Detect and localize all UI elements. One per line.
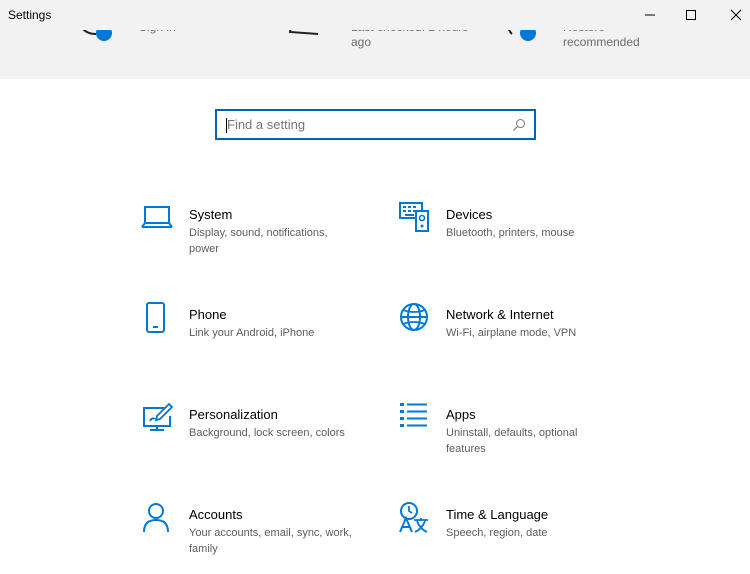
category-name: System bbox=[189, 207, 233, 222]
person-icon bbox=[141, 502, 175, 536]
close-button[interactable] bbox=[713, 0, 750, 30]
category-name: Network & Internet bbox=[446, 307, 554, 322]
search-box[interactable] bbox=[215, 109, 536, 140]
minimize-button[interactable] bbox=[627, 0, 673, 30]
laptop-icon bbox=[141, 202, 175, 236]
text-caret bbox=[226, 118, 227, 133]
category-devices[interactable]: Devices Bluetooth, printers, mouse bbox=[398, 202, 628, 272]
category-system[interactable]: System Display, sound, notifications, po… bbox=[141, 202, 371, 272]
title-bar[interactable]: Settings bbox=[0, 0, 750, 30]
category-description: Speech, region, date bbox=[446, 527, 548, 539]
time-language-icon bbox=[398, 502, 432, 536]
category-description: Bluetooth, printers, mouse bbox=[446, 227, 575, 239]
category-name: Apps bbox=[446, 407, 476, 422]
devices-icon bbox=[398, 202, 432, 236]
category-description: Wi-Fi, airplane mode, VPN bbox=[446, 327, 577, 339]
category-name: Devices bbox=[446, 207, 493, 222]
search-input[interactable] bbox=[227, 111, 507, 138]
maximize-button[interactable] bbox=[668, 0, 714, 30]
category-time-language[interactable]: Time & Language Speech, region, date bbox=[398, 502, 628, 572]
category-description: Link your Android, iPhone bbox=[189, 327, 315, 339]
phone-icon bbox=[141, 302, 175, 336]
category-apps[interactable]: Apps Uninstall, defaults, optional featu… bbox=[398, 402, 628, 472]
category-accounts[interactable]: Accounts Your accounts, email, sync, wor… bbox=[141, 502, 371, 572]
category-description: Your accounts, email, sync, work, family bbox=[189, 527, 352, 555]
category-phone[interactable]: Phone Link your Android, iPhone bbox=[141, 302, 371, 372]
maximize-icon bbox=[686, 10, 696, 20]
apps-list-icon bbox=[398, 402, 432, 436]
category-name: Personalization bbox=[189, 407, 278, 422]
minimize-icon bbox=[645, 14, 655, 16]
category-description: Display, sound, notifications, power bbox=[189, 227, 328, 255]
window-title: Settings bbox=[8, 8, 52, 22]
category-name: Time & Language bbox=[446, 507, 549, 522]
category-description: Background, lock screen, colors bbox=[189, 427, 345, 439]
paint-icon bbox=[141, 402, 175, 436]
search-icon[interactable] bbox=[512, 118, 526, 137]
globe-icon bbox=[398, 302, 432, 336]
category-network-internet[interactable]: Network & Internet Wi-Fi, airplane mode,… bbox=[398, 302, 628, 372]
category-description: Uninstall, defaults, optional features bbox=[446, 427, 578, 455]
category-name: Phone bbox=[189, 307, 227, 322]
category-personalization[interactable]: Personalization Background, lock screen,… bbox=[141, 402, 371, 472]
category-name: Accounts bbox=[189, 507, 243, 522]
close-icon bbox=[730, 9, 742, 21]
